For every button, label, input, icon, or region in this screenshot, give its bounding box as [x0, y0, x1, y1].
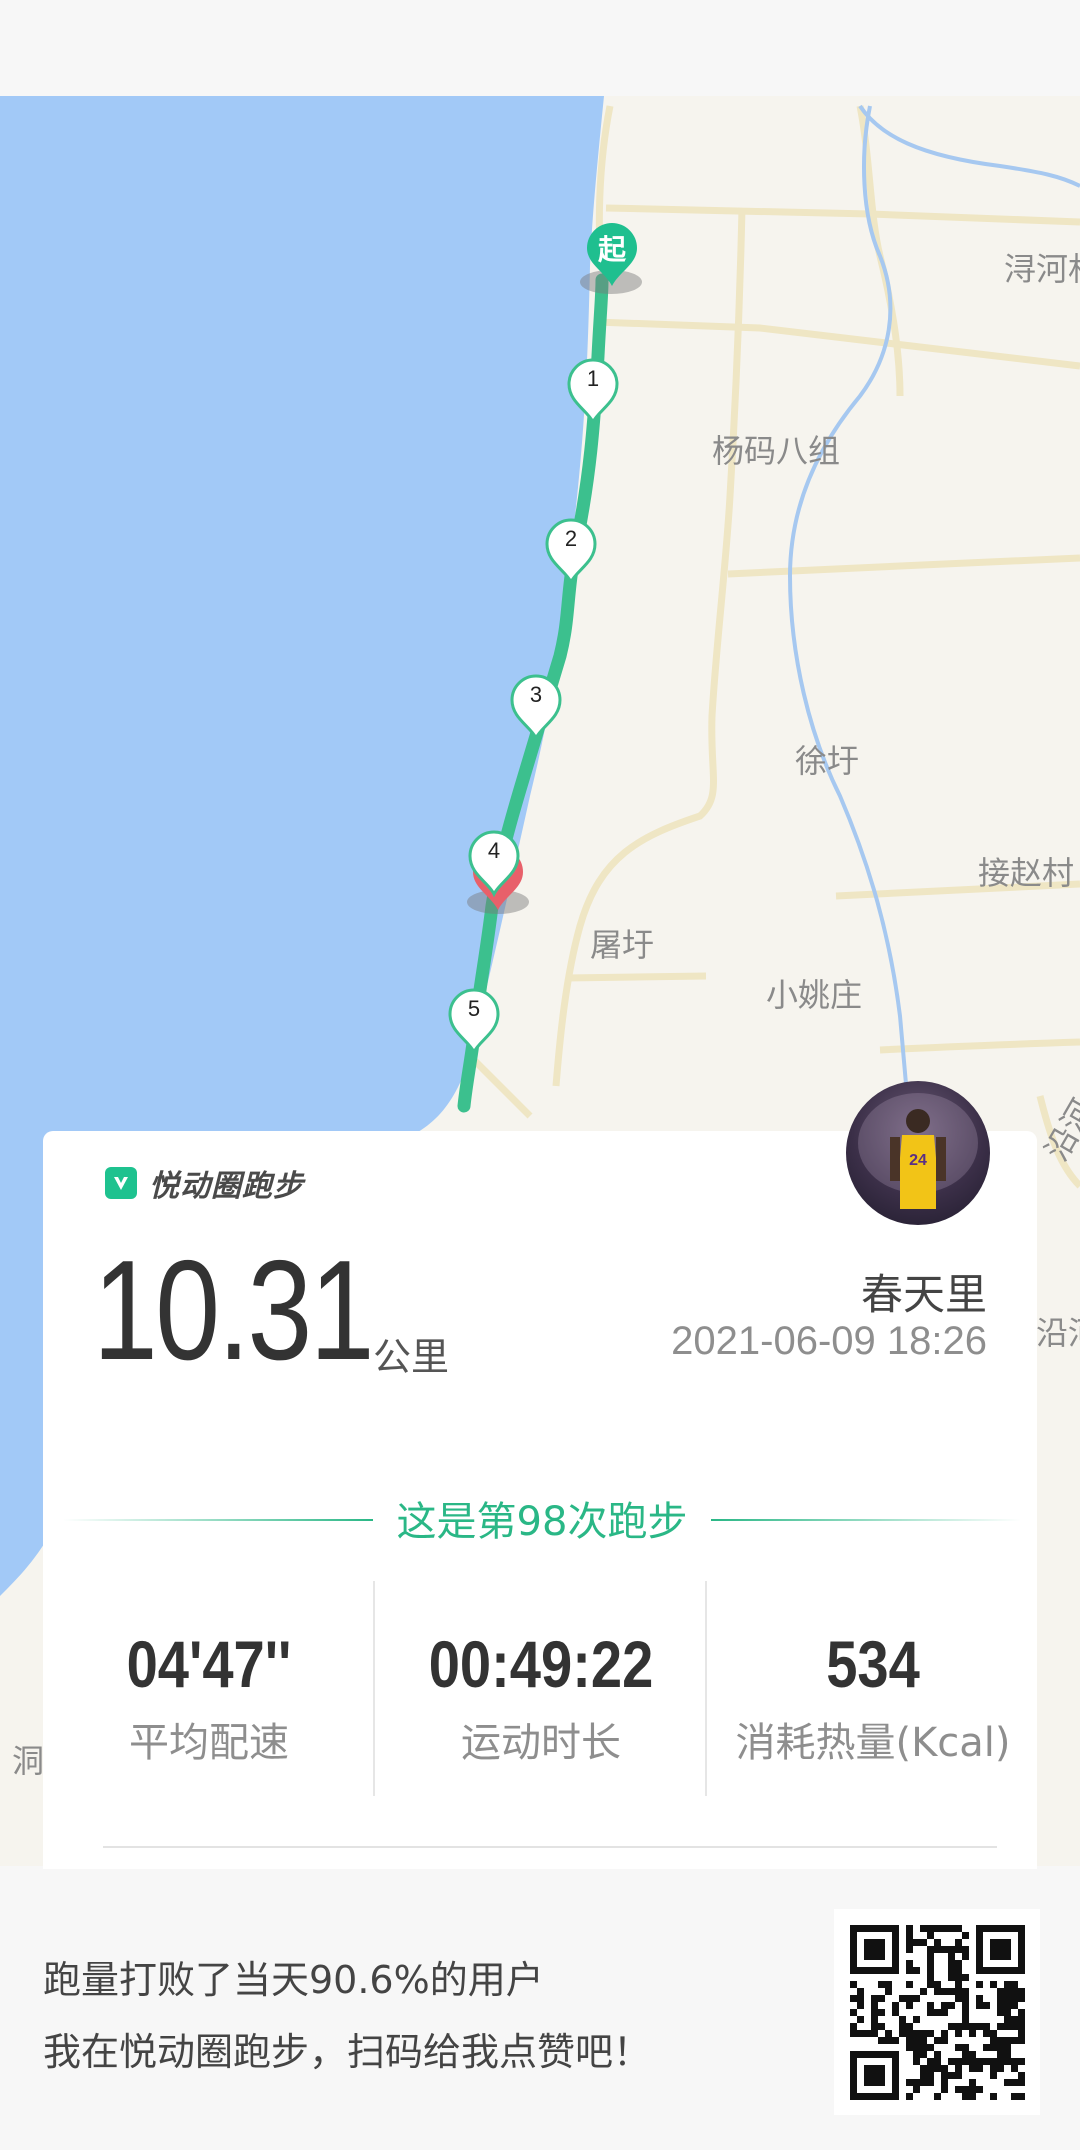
stat-pace: 04'47'' 平均配速 — [43, 1581, 375, 1796]
avatar-image: 24 — [858, 1093, 978, 1209]
map-label-xiaoyao: 小姚庄 — [766, 976, 863, 1014]
footer: 跑量打败了当天90.6%的用户 我在悦动圈跑步，扫码给我点赞吧！ — [0, 1869, 1080, 2150]
km-marker-5[interactable]: 5 — [446, 986, 502, 1056]
qr-code[interactable] — [834, 1909, 1040, 2115]
stat-value: 04'47'' — [126, 1627, 292, 1701]
km-marker-label: 1 — [586, 366, 600, 391]
km-marker-1[interactable]: 1 — [565, 356, 621, 426]
avatar[interactable]: 24 — [846, 1081, 990, 1225]
run-datetime: 2021-06-09 18:26 — [671, 1319, 987, 1363]
brand: 悦动圈跑步 — [105, 1161, 304, 1205]
stat-calories: 534 消耗热量(Kcal) — [707, 1581, 1039, 1796]
km-marker-label: 4 — [487, 838, 501, 863]
map-label-jian: 洞 — [12, 1742, 45, 1780]
card-bottom-divider — [103, 1846, 997, 1848]
share-prompt-text: 我在悦动圈跑步，扫码给我点赞吧！ — [43, 2030, 652, 2074]
map-label-yangma: 杨码八组 — [712, 432, 841, 470]
km-marker-4[interactable]: 4 — [466, 828, 522, 898]
distance-value: 10.31 — [93, 1231, 375, 1390]
stat-label: 平均配速 — [129, 1720, 289, 1766]
stat-label: 运动时长 — [461, 1720, 621, 1766]
map-label-yanhe: 沿河 — [1036, 1314, 1080, 1352]
start-marker-label: 起 — [597, 233, 626, 266]
map-label-tuwei: 屠圩 — [590, 926, 655, 964]
start-marker[interactable]: 起 — [583, 220, 641, 288]
divider-right — [711, 1519, 1021, 1521]
distance-unit: 公里 — [373, 1335, 450, 1379]
map-label-jiezhao: 接赵村 — [978, 854, 1075, 892]
run-summary-card: 悦动圈跑步 10.31 公里 春天里 2021-06-09 18:26 这是第9… — [43, 1131, 1037, 1869]
stats-row: 04'47'' 平均配速 00:49:22 运动时长 534 消耗热量(Kcal… — [43, 1581, 1037, 1796]
km-marker-2[interactable]: 2 — [543, 516, 599, 586]
username: 春天里 — [860, 1270, 987, 1319]
stat-duration: 00:49:22 运动时长 — [375, 1581, 707, 1796]
km-marker-label: 5 — [467, 996, 481, 1021]
run-count-text: 这是第98次跑步 — [396, 1499, 688, 1545]
divider-left — [63, 1519, 373, 1521]
beat-percentage-text: 跑量打败了当天90.6%的用户 — [43, 1958, 544, 2002]
map-label-xunhe: 浔河村 — [1004, 250, 1080, 288]
stat-label: 消耗热量(Kcal) — [735, 1720, 1011, 1766]
qr-code-icon — [850, 1925, 1025, 2100]
km-marker-3[interactable]: 3 — [508, 672, 564, 742]
km-marker-label: 2 — [564, 526, 578, 551]
svg-text:24: 24 — [909, 1152, 927, 1169]
brand-name: 悦动圈跑步 — [149, 1169, 304, 1204]
brand-logo-icon — [105, 1167, 137, 1199]
stat-value: 534 — [826, 1627, 920, 1701]
stat-value: 00:49:22 — [428, 1627, 654, 1701]
km-marker-label: 3 — [529, 682, 543, 707]
map-label-xuwei: 徐圩 — [795, 742, 860, 780]
run-count-row: 这是第98次跑步 — [43, 1489, 1037, 1549]
